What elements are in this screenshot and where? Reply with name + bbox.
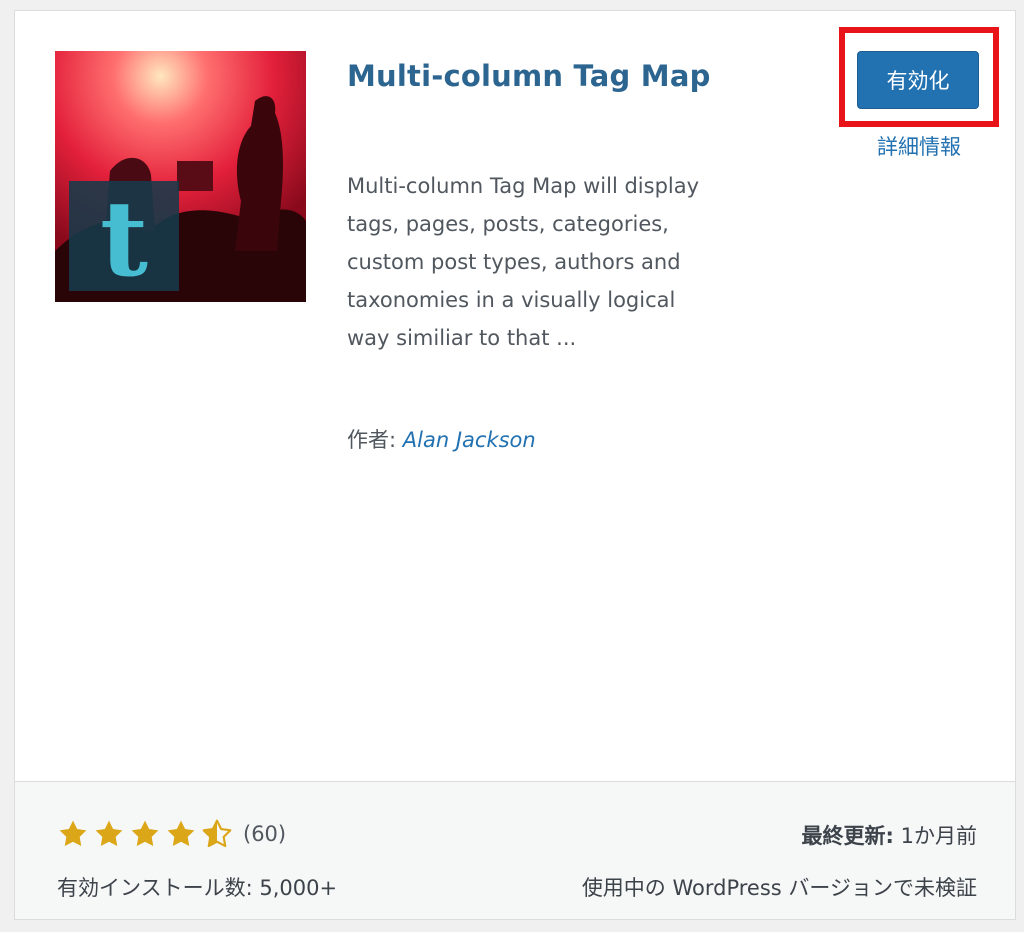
active-installs: 有効インストール数: 5,000+ [57, 876, 338, 900]
star-filled-icon [131, 820, 159, 847]
plugin-card-footer: (60) 有効インストール数: 5,000+ 最終更新: 1か月前 使用中の W… [15, 781, 1015, 919]
compatibility-status: 使用中の WordPress バージョンで未検証 [581, 876, 977, 900]
last-updated-label: 最終更新: [801, 824, 894, 848]
last-updated-value: 1か月前 [900, 824, 977, 848]
author-link[interactable]: Alan Jackson [403, 428, 536, 452]
star-half-icon [202, 819, 232, 848]
author-label: 作者: [347, 428, 397, 452]
star-rating: (60) [57, 818, 286, 850]
plugin-card: t Multi-column Tag Map Multi-column Tag … [14, 10, 1016, 920]
plugin-thumbnail[interactable]: t [55, 51, 306, 302]
last-updated: 最終更新: 1か月前 [802, 820, 977, 850]
plugin-title-link[interactable]: Multi-column Tag Map [347, 53, 727, 99]
plugin-author: 作者: Alan Jackson [347, 421, 536, 459]
thumbnail-letter: t [100, 177, 148, 300]
rating-count[interactable]: (60) [243, 822, 286, 846]
star-filled-icon [59, 820, 87, 847]
plugin-thumbnail-image: t [55, 51, 306, 302]
more-details-link[interactable]: 詳細情報 [877, 131, 961, 161]
plugin-description: Multi-column Tag Map will display tags, … [347, 174, 700, 350]
activate-button[interactable]: 有効化 [857, 51, 979, 109]
star-filled-icon [95, 820, 123, 847]
star-filled-icon [167, 820, 195, 847]
